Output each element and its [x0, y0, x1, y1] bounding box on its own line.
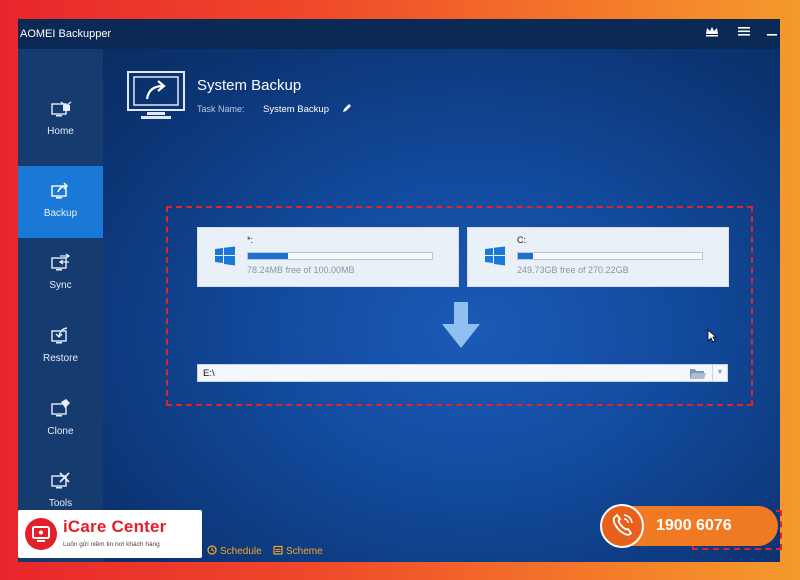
task-name-label: Task Name: — [197, 104, 245, 114]
brand-name: iCare Center — [63, 517, 167, 536]
disk-usage-bar — [517, 252, 703, 260]
disk-name: C: — [517, 235, 526, 245]
phone-icon — [600, 504, 644, 548]
app-window: AOMEI Backupper Home Backup Sync Restore… — [18, 19, 780, 562]
clone-icon — [50, 399, 70, 417]
scheme-label: Scheme — [286, 546, 323, 557]
menu-icon[interactable] — [736, 25, 752, 41]
app-title: AOMEI Backupper — [20, 28, 112, 40]
destination-path: E:\ — [203, 368, 215, 379]
task-name-value[interactable]: System Backup — [263, 104, 329, 115]
windows-icon — [215, 246, 235, 266]
restore-icon — [50, 327, 67, 344]
mouse-cursor-icon — [707, 329, 717, 343]
sync-icon — [50, 253, 70, 271]
crown-icon[interactable] — [704, 25, 720, 41]
disk-usage-fill — [248, 253, 289, 259]
main-panel: System Backup Task Name: System Backup *… — [103, 49, 780, 562]
phone-number: 1900 6076 — [656, 517, 732, 534]
sidebar-item-label: Clone — [47, 426, 74, 437]
source-disk-card[interactable]: *: 78.24MB free of 100.00MB — [197, 227, 459, 287]
sidebar-item-clone[interactable]: Clone — [18, 384, 103, 456]
icare-logo-icon — [25, 518, 57, 550]
folder-icon[interactable] — [689, 367, 707, 380]
brand-tagline: Luôn gửi niềm tin nơi khách hàng — [63, 541, 160, 548]
backup-icon — [50, 182, 68, 199]
sidebar-item-label: Tools — [48, 498, 73, 509]
hotline-badge[interactable]: 1900 6076 — [600, 504, 778, 548]
disk-free-text: 78.24MB free of 100.00MB — [247, 265, 355, 275]
tools-icon — [50, 472, 70, 489]
sidebar-item-sync[interactable]: Sync — [18, 238, 103, 310]
scheme-icon — [273, 545, 283, 555]
minimize-icon[interactable] — [764, 25, 780, 41]
schedule-link[interactable]: Schedule — [207, 545, 262, 557]
arrow-down-icon — [442, 302, 480, 348]
pencil-icon[interactable] — [341, 102, 353, 114]
disk-free-text: 249.73GB free of 270.22GB — [517, 265, 629, 275]
scheme-link[interactable]: Scheme — [273, 545, 323, 557]
disk-usage-bar — [247, 252, 433, 260]
home-icon — [50, 101, 71, 117]
disk-usage-fill — [518, 253, 533, 259]
sidebar-item-label: Sync — [49, 280, 72, 291]
sidebar-item-home[interactable]: Home — [18, 84, 103, 156]
schedule-label: Schedule — [220, 546, 262, 557]
sidebar: Home Backup Sync Restore Clone Tools — [18, 49, 103, 562]
sidebar-item-restore[interactable]: Restore — [18, 311, 103, 383]
disk-name: *: — [247, 235, 254, 245]
brand-overlay: iCare Center Luôn gửi niềm tin nơi khách… — [18, 510, 202, 558]
title-bar: AOMEI Backupper — [18, 19, 780, 49]
dropdown-arrow-icon[interactable]: ▼ — [712, 365, 727, 381]
source-disk-card[interactable]: C: 249.73GB free of 270.22GB — [467, 227, 729, 287]
sidebar-item-label: Home — [47, 126, 74, 137]
sidebar-item-label: Restore — [42, 353, 78, 364]
sidebar-item-label: Backup — [43, 208, 78, 219]
destination-field[interactable]: E:\ ▼ — [197, 364, 728, 382]
system-backup-icon — [127, 71, 185, 119]
page-title: System Backup — [197, 77, 302, 94]
sidebar-item-backup[interactable]: Backup — [18, 166, 103, 238]
windows-icon — [485, 246, 505, 266]
clock-icon — [207, 545, 217, 555]
